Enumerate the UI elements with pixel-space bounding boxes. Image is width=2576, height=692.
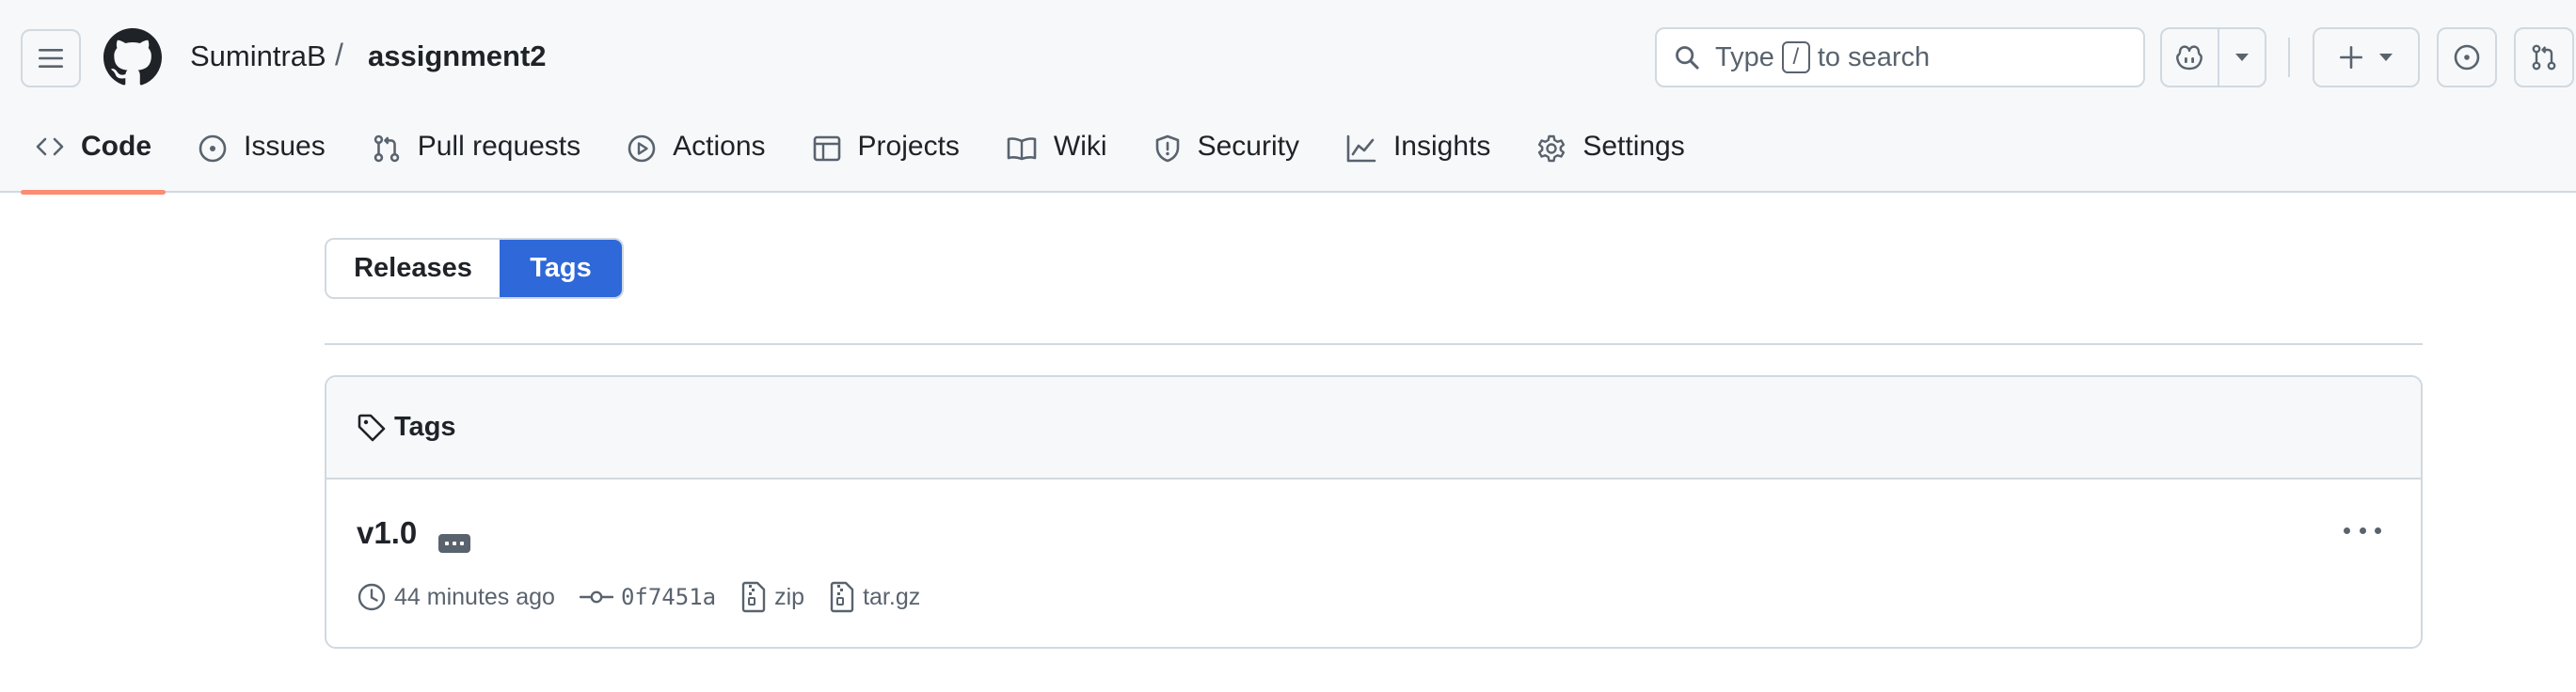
triangle-down-icon (2379, 54, 2393, 61)
kebab-dot (2359, 527, 2366, 534)
code-icon (36, 137, 64, 156)
tab-issues[interactable]: Issues (183, 120, 340, 193)
expand-tag-message-button[interactable] (438, 534, 470, 553)
gear-icon (1538, 134, 1566, 163)
search-icon (1676, 46, 1699, 70)
tag-time-text: 44 minutes ago (394, 583, 555, 610)
tab-code[interactable]: Code (21, 120, 166, 195)
download-zip-label: zip (774, 583, 805, 610)
releases-tags-segmented-control: Releases Tags (325, 238, 624, 299)
kebab-dot (2375, 527, 2381, 534)
tab-security[interactable]: Security (1139, 120, 1313, 193)
book-icon (1007, 137, 1037, 161)
tag-commit-sha: 0f7451a (620, 584, 717, 610)
copilot-dropdown-button[interactable] (2219, 29, 2265, 86)
copilot-icon (2176, 45, 2203, 71)
download-zip-link[interactable]: zip (740, 581, 804, 613)
tab-pull-requests[interactable]: Pull requests (358, 120, 595, 193)
tab-wiki[interactable]: Wiki (992, 120, 1121, 193)
tab-projects[interactable]: Projects (798, 120, 974, 193)
copilot-button[interactable] (2162, 29, 2219, 86)
tag-name-link[interactable]: v1.0 (357, 515, 417, 551)
copilot-button-group (2160, 27, 2266, 87)
table-icon (813, 135, 840, 162)
tab-insights-label: Insights (1392, 131, 1491, 162)
your-issues-button[interactable] (2437, 27, 2497, 87)
git-commit-icon (579, 590, 613, 604)
tab-settings[interactable]: Settings (1522, 120, 1698, 193)
header-divider (2288, 38, 2290, 77)
tags-list-box: Tags v1.0 44 minutes ago 0f7451a zip tar… (325, 375, 2423, 649)
issue-opened-icon (199, 134, 227, 163)
tag-time: 44 minutes ago (357, 582, 555, 612)
search-placeholder-suffix: to search (1817, 41, 1931, 72)
tab-projects-label: Projects (857, 131, 960, 162)
releases-segment-button[interactable]: Releases (326, 240, 500, 297)
file-zip-icon (741, 581, 766, 613)
tab-insights[interactable]: Insights (1331, 120, 1504, 193)
shield-icon (1155, 134, 1179, 163)
git-pull-request-icon (374, 134, 399, 163)
tag-meta: 44 minutes ago 0f7451a zip tar.gz (357, 581, 945, 613)
tab-settings-label: Settings (1582, 131, 1685, 162)
search-input[interactable]: Type / to search (1655, 27, 2145, 87)
search-shortcut-key: / (1781, 41, 1810, 73)
play-icon (628, 134, 656, 163)
tab-security-label: Security (1197, 131, 1299, 162)
tab-actions[interactable]: Actions (612, 120, 779, 193)
kebab-dot (2344, 527, 2350, 534)
repo-owner-link[interactable]: SumintraB (190, 39, 326, 73)
clock-icon (358, 583, 386, 611)
tab-wiki-label: Wiki (1053, 131, 1107, 162)
search-placeholder-prefix: Type (1715, 41, 1774, 72)
issue-opened-icon (2454, 44, 2480, 71)
git-pull-request-icon (2532, 44, 2556, 71)
section-divider (325, 343, 2423, 345)
repo-name-link[interactable]: assignment2 (368, 39, 547, 73)
tab-issues-label: Issues (244, 131, 326, 162)
your-pull-requests-button[interactable] (2514, 27, 2574, 87)
file-zip-icon (830, 581, 854, 613)
tab-actions-label: Actions (673, 131, 766, 162)
triangle-down-icon (2234, 54, 2249, 61)
tab-code-label: Code (81, 131, 151, 162)
download-targz-link[interactable]: tar.gz (829, 581, 920, 613)
ellipsis-dot (453, 542, 456, 545)
download-targz-label: tar.gz (863, 583, 921, 610)
menu-button[interactable] (21, 29, 81, 87)
tag-icon (358, 414, 386, 441)
tag-more-options-button[interactable] (2344, 521, 2381, 540)
ellipsis-dot (445, 542, 449, 545)
tags-segment-button[interactable]: Tags (500, 240, 622, 297)
tags-box-title: Tags (394, 412, 456, 442)
repo-nav-tabs: Code Issues Pull requests Actions Projec… (21, 120, 1699, 195)
plus-icon (2340, 46, 2362, 69)
tag-commit-link[interactable]: 0f7451a (579, 584, 717, 610)
path-separator: / (335, 38, 343, 71)
tab-pull-requests-label: Pull requests (417, 131, 581, 162)
tags-box-header: Tags (326, 377, 2421, 480)
create-new-button[interactable] (2313, 27, 2420, 87)
github-logo-icon[interactable] (103, 28, 162, 86)
hamburger-icon (39, 49, 63, 68)
app-header: SumintraB / assignment2 Type / to search (0, 0, 2576, 195)
graph-icon (1346, 134, 1376, 163)
ellipsis-dot (460, 542, 464, 545)
tag-list-item: v1.0 44 minutes ago 0f7451a zip tar.gz (326, 480, 2421, 647)
